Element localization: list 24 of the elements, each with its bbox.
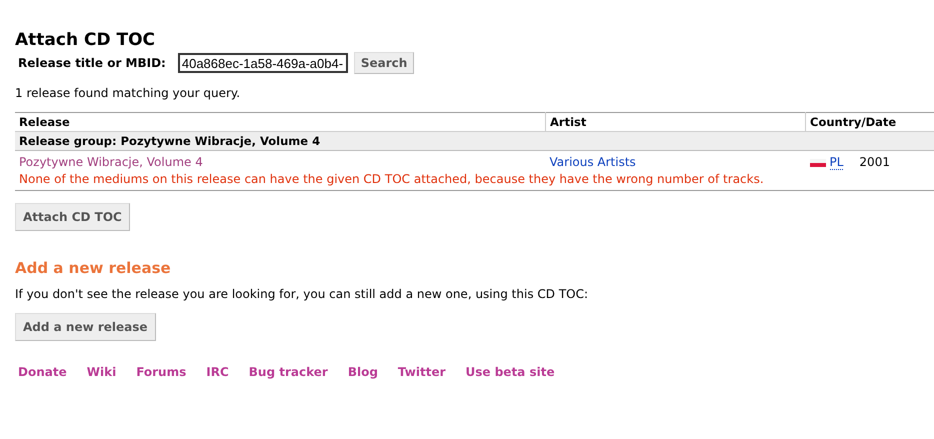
footer-link[interactable]: Use beta site <box>466 365 555 379</box>
info-text: If you don't see the release you are looking for, you can still add a new one, using this CD TOC: <box>15 287 590 301</box>
search-field[interactable]: 40a868ec-1a58-469a-a0b4- <box>178 53 348 73</box>
release-link[interactable]: Pozytywne Wibracje, Volume 4 <box>19 155 203 169</box>
country-link[interactable]: PL <box>830 155 844 170</box>
footer-link[interactable]: Bug tracker <box>248 365 328 379</box>
footer-link[interactable]: IRC <box>206 365 229 379</box>
footer-link[interactable]: Blog <box>348 365 378 379</box>
section-heading: Add a new release <box>15 259 172 277</box>
flag-icon <box>810 158 826 167</box>
release-group-heading: Release group: Pozytywne Wibracje, Volume 4 <box>15 132 934 150</box>
error-message: None of the mediums on this release can have the given CD TOC attached, because they have the wrong number of tracks. <box>15 169 934 190</box>
page-title: Attach CD TOC <box>15 30 156 50</box>
search-button[interactable]: Search <box>354 52 414 74</box>
result-count: 1 release found matching your query. <box>15 86 242 100</box>
attach-button[interactable]: Attach CD TOC <box>15 203 130 231</box>
footer-link[interactable]: Donate <box>18 365 67 379</box>
add-release-button[interactable]: Add a new release <box>15 313 156 341</box>
artist-link[interactable]: Various Artists <box>550 155 636 169</box>
release-date: 2001 <box>859 155 890 169</box>
footer-link[interactable]: Wiki <box>86 365 116 379</box>
footer-link[interactable]: Twitter <box>398 365 446 379</box>
footer-link[interactable]: Forums <box>136 365 186 379</box>
field-label: Release title or MBID: <box>18 56 166 70</box>
